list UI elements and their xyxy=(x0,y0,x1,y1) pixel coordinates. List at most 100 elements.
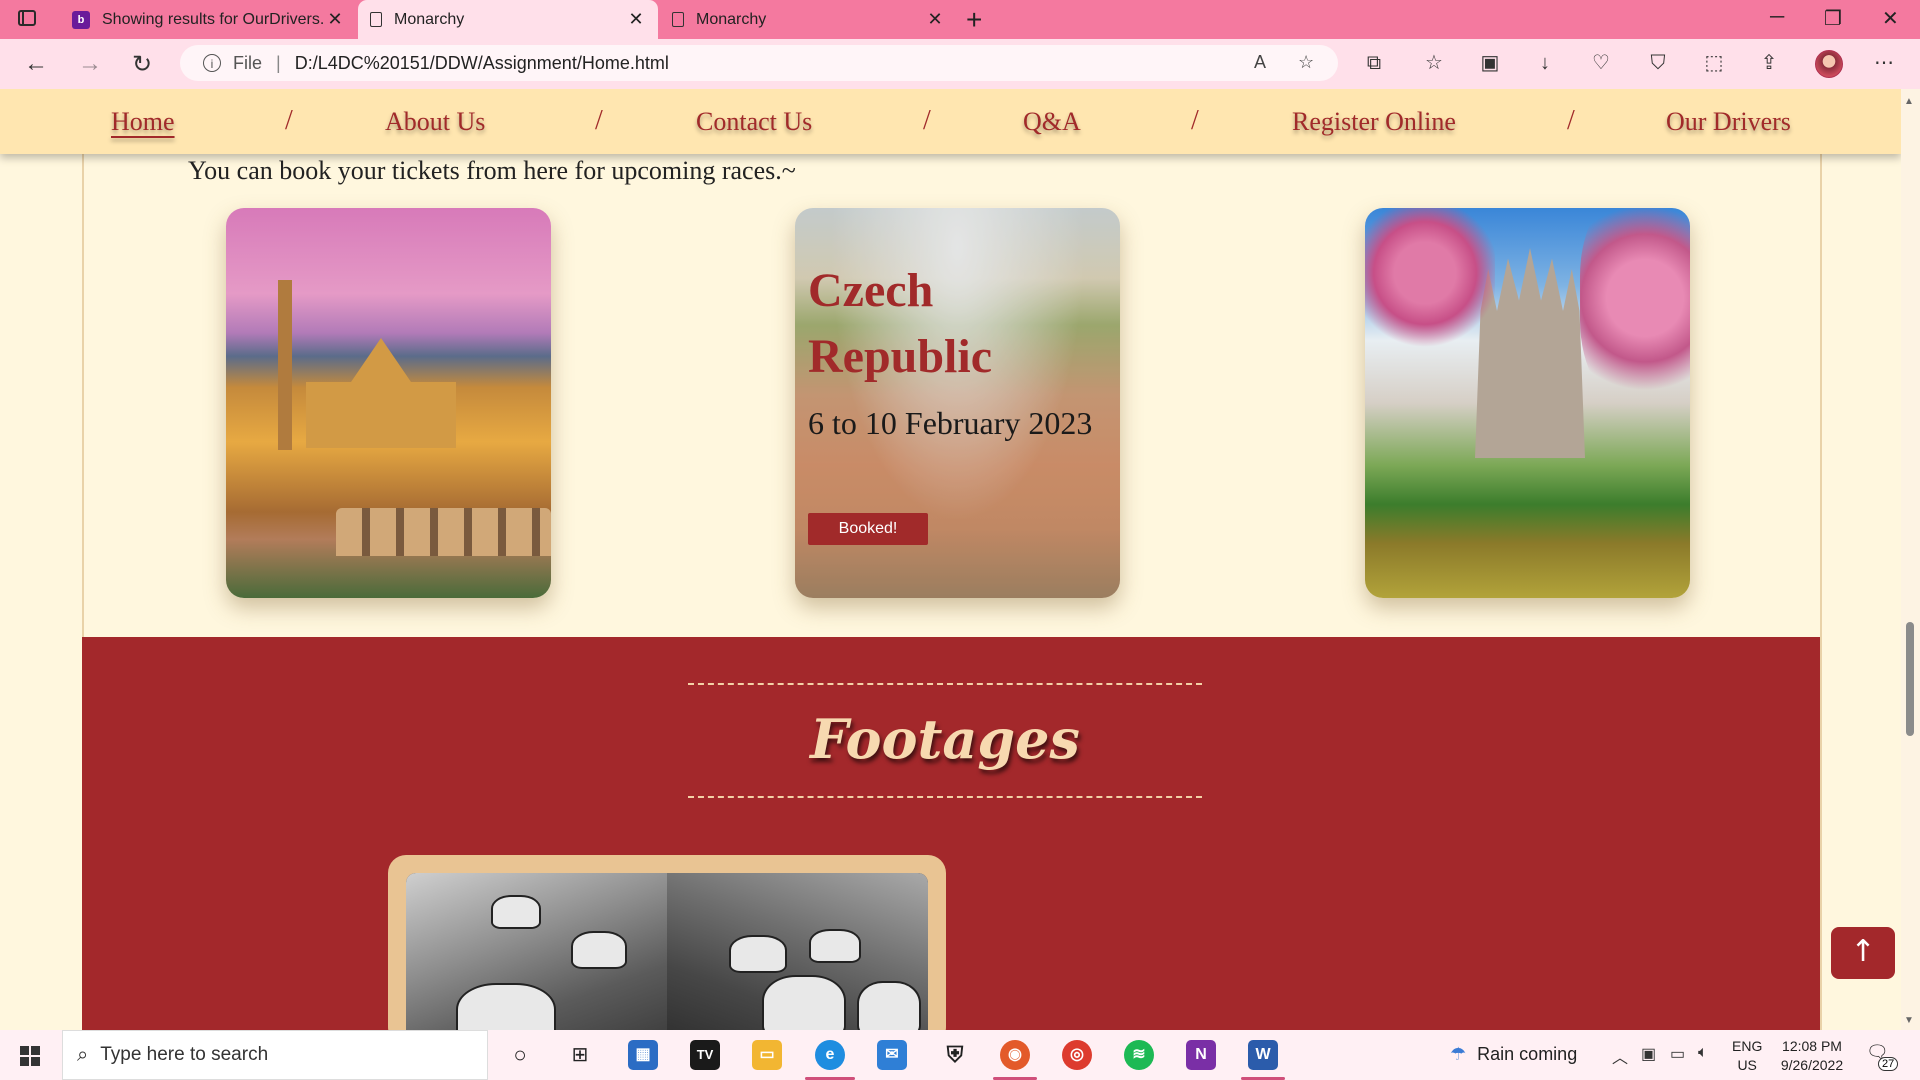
rain-umbrella-icon: ☂ xyxy=(1450,1044,1467,1064)
race-card-barcelona[interactable] xyxy=(1365,208,1690,598)
city-tower-shape xyxy=(278,280,292,450)
search-placeholder: Type here to search xyxy=(100,1044,269,1065)
add-favorite-icon[interactable]: ☆ xyxy=(1298,52,1314,73)
nav-qa[interactable]: Q&A xyxy=(1023,107,1081,137)
race-card-czech-republic[interactable]: Czech Republic 6 to 10 February 2023 Boo… xyxy=(795,208,1120,598)
language-indicator[interactable]: ENG US xyxy=(1732,1037,1762,1075)
chrome-icon[interactable]: ◎ xyxy=(1062,1040,1092,1070)
race-photo-right xyxy=(667,873,928,1030)
race-car-shape xyxy=(456,983,556,1030)
downloads-icon[interactable]: ↓ xyxy=(1534,52,1556,74)
site-favicon-icon: b xyxy=(72,10,90,29)
races-intro-text: You can book your tickets from here for … xyxy=(188,156,796,185)
scrollbar-thumb[interactable] xyxy=(1906,622,1914,736)
screenshot-icon[interactable]: ⬚ xyxy=(1703,52,1725,74)
back-icon[interactable]: ← xyxy=(24,50,48,78)
cherry-blossom-shape xyxy=(1580,208,1690,408)
forward-icon[interactable]: → xyxy=(78,50,102,78)
close-tab-icon[interactable]: ✕ xyxy=(626,9,646,30)
region-code: US xyxy=(1737,1057,1757,1073)
footage-video-frame[interactable] xyxy=(388,855,946,1030)
word-icon[interactable]: W xyxy=(1248,1040,1278,1070)
taskbar-search-box[interactable]: ⌕ Type here to search xyxy=(62,1030,488,1080)
cortana-icon[interactable]: ○ xyxy=(505,1040,535,1070)
url-scheme-label: File xyxy=(233,52,263,73)
tab-monarchy-active[interactable]: Monarchy ✕ xyxy=(358,0,658,39)
page-scrollbar[interactable] xyxy=(1901,89,1920,1030)
volume-icon[interactable]: 🔈︎ xyxy=(1698,1044,1708,1062)
tab-search-results[interactable]: b Showing results for OurDrivers.h ✕ xyxy=(60,0,357,39)
firefox-icon[interactable]: ◉ xyxy=(1000,1040,1030,1070)
edge-browser-icon[interactable]: e xyxy=(815,1040,845,1070)
show-hidden-icons-chevron[interactable]: ︿ xyxy=(1612,1044,1628,1068)
collections-icon[interactable]: ▣ xyxy=(1479,52,1501,74)
close-tab-icon[interactable]: ✕ xyxy=(325,9,345,30)
file-explorer-icon[interactable]: ▭ xyxy=(752,1040,782,1070)
back-to-top-button[interactable]: ↑ xyxy=(1831,927,1895,979)
windows-start-icon[interactable] xyxy=(20,1046,40,1066)
race-photo-left xyxy=(406,873,667,1030)
booked-button[interactable]: Booked! xyxy=(808,513,928,545)
tab-label: Showing results for OurDrivers.h xyxy=(102,10,325,28)
race-car-shape xyxy=(571,931,627,969)
mail-icon[interactable]: ✉ xyxy=(877,1040,907,1070)
onenote-icon[interactable]: N xyxy=(1186,1040,1216,1070)
battery-icon[interactable]: ▭ xyxy=(1670,1044,1685,1064)
footage-video[interactable] xyxy=(406,873,928,1030)
extensions-icon[interactable]: ⧉ xyxy=(1363,52,1385,74)
refresh-icon[interactable]: ↻ xyxy=(132,50,152,79)
windows-taskbar: ⌕ Type here to search ○ ⊞ ▦ TV ▭ e ✉ ⛨ ◉… xyxy=(0,1030,1920,1080)
roman-bridge-shape xyxy=(336,508,551,556)
restore-icon[interactable]: ❐ xyxy=(1824,6,1842,31)
title-dashed-line-top xyxy=(688,683,1202,685)
system-clock[interactable]: 12:08 PM 9/26/2022 xyxy=(1776,1037,1848,1075)
address-toolbar: ← → ↻ i File | D:/L4DC%20151/DDW/Assignm… xyxy=(0,39,1920,89)
tab-monarchy[interactable]: Monarchy ✕ xyxy=(660,0,957,39)
microsoft-store-icon[interactable]: ▦ xyxy=(628,1040,658,1070)
health-icon[interactable]: ♡ xyxy=(1590,52,1612,74)
workspaces-icon[interactable] xyxy=(18,10,36,26)
info-icon[interactable]: i xyxy=(203,54,221,72)
race-card-cordoba[interactable] xyxy=(226,208,551,598)
race-car-shape xyxy=(762,975,846,1030)
page-viewport: Home / About Us / Contact Us / Q&A / Reg… xyxy=(0,89,1901,1030)
task-view-icon[interactable]: ⊞ xyxy=(565,1040,595,1070)
page-icon xyxy=(370,12,382,27)
security-shield-icon[interactable]: ⛨ xyxy=(940,1040,970,1070)
close-window-icon[interactable]: ✕ xyxy=(1882,6,1899,31)
url-divider: | xyxy=(276,52,281,73)
weather-widget[interactable]: ☂ Rain coming xyxy=(1450,1044,1577,1065)
notification-count: 27 xyxy=(1878,1057,1899,1071)
city-cathedral-shape xyxy=(306,338,456,448)
spotify-icon[interactable]: ≋ xyxy=(1124,1040,1154,1070)
race-country: Czech Republic xyxy=(808,264,993,383)
nav-our-drivers[interactable]: Our Drivers xyxy=(1666,107,1791,137)
read-aloud-icon[interactable]: A xyxy=(1254,52,1266,73)
nav-about-us[interactable]: About Us xyxy=(385,107,485,137)
scroll-down-icon[interactable]: ▼ xyxy=(1904,1015,1914,1026)
site-navigation: Home / About Us / Contact Us / Q&A / Reg… xyxy=(0,89,1901,154)
tradingview-icon[interactable]: TV xyxy=(690,1040,720,1070)
url-text[interactable]: D:/L4DC%20151/DDW/Assignment/Home.html xyxy=(295,53,669,74)
more-options-icon[interactable]: ⋯ xyxy=(1873,52,1895,74)
profile-avatar[interactable] xyxy=(1815,50,1843,78)
scroll-up-icon[interactable]: ▲ xyxy=(1904,96,1914,107)
nav-separator: / xyxy=(1567,105,1575,136)
content-border-right xyxy=(1820,89,1822,1030)
nav-contact-us[interactable]: Contact Us xyxy=(696,107,812,137)
nav-home[interactable]: Home xyxy=(111,107,175,137)
new-tab-button[interactable]: + xyxy=(966,4,982,36)
nav-separator: / xyxy=(595,105,603,136)
url-bar[interactable]: i File | D:/L4DC%20151/DDW/Assignment/Ho… xyxy=(180,45,1338,81)
nav-separator: / xyxy=(285,105,293,136)
nav-separator: / xyxy=(1191,105,1199,136)
minimize-icon[interactable]: ─ xyxy=(1770,6,1784,29)
clock-date: 9/26/2022 xyxy=(1780,1057,1844,1073)
meet-now-icon[interactable]: ▣ xyxy=(1641,1044,1656,1064)
nav-register-online[interactable]: Register Online xyxy=(1292,107,1456,137)
close-tab-icon[interactable]: ✕ xyxy=(925,9,945,30)
tab-label: Monarchy xyxy=(394,10,465,28)
browser-essentials-icon[interactable]: ⛉ xyxy=(1647,52,1669,74)
share-icon[interactable]: ⇪ xyxy=(1758,52,1780,74)
favorites-icon[interactable]: ☆ xyxy=(1423,52,1445,74)
